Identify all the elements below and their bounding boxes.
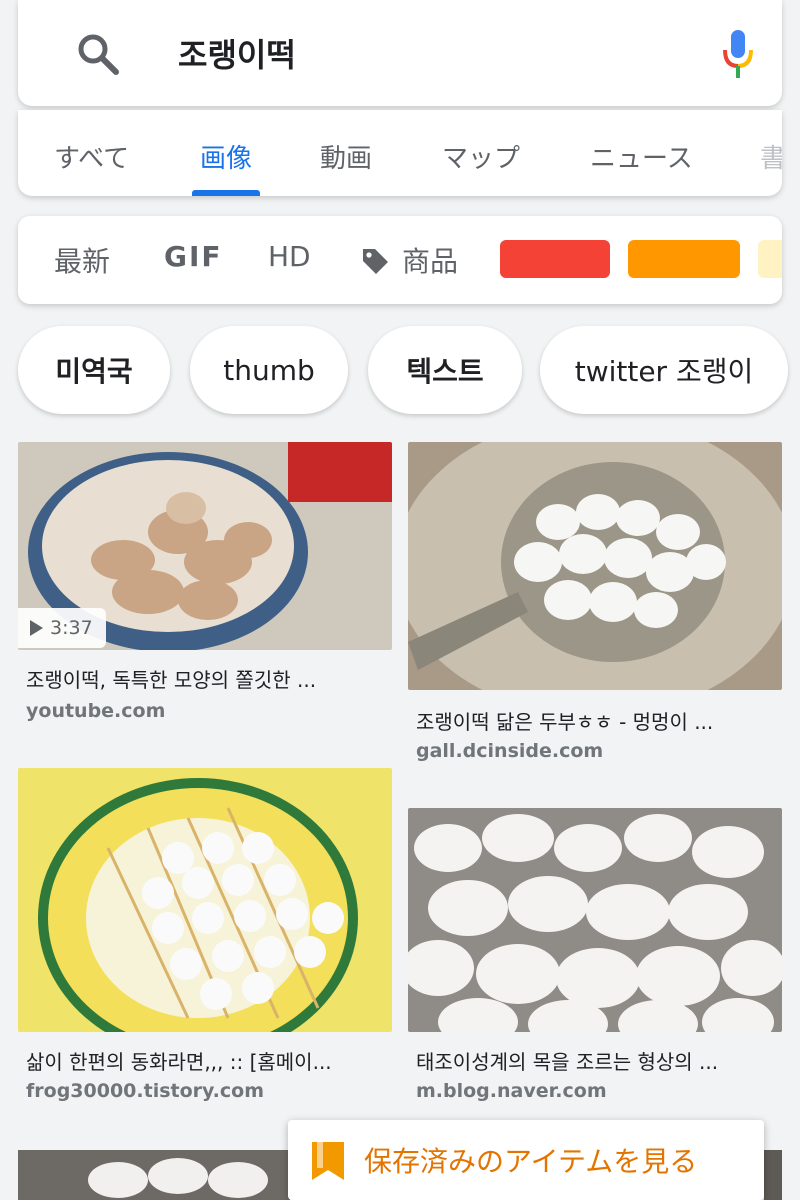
tab-all[interactable]: すべて [54,138,129,175]
result-thumbnail-partial[interactable] [18,1150,290,1200]
filter-products[interactable]: 商品 [402,240,458,280]
tab-maps[interactable]: マップ [442,138,520,175]
image-result[interactable]: 삶이 한편의 동화라면,,, :: [홈메이... frog30000.tist… [18,768,392,1112]
tag-icon[interactable] [360,246,390,276]
bookmark-icon [312,1142,344,1180]
color-swatch-red[interactable] [500,240,610,278]
search-tabs: すべて 画像 動画 マップ ニュース 書 [18,110,782,196]
saved-items-label: 保存済みのアイテムを見る [364,1145,698,1178]
result-source[interactable]: frog30000.tistory.com [26,1080,264,1102]
search-input[interactable]: 조랭이떡 [178,30,296,76]
saved-items-button[interactable]: 保存済みのアイテムを見る [288,1120,764,1200]
result-title[interactable]: 조랭이떡 닮은 두부ㅎㅎ - 멍멍이 ... [416,706,713,735]
active-tab-indicator [192,190,260,196]
tab-news[interactable]: ニュース [590,138,693,175]
chip-twitter-label: twitter 조랭이 [574,355,754,388]
result-title[interactable]: 조랭이떡, 독특한 모양의 쫄깃한 ... [26,664,316,693]
color-swatch-yellow[interactable] [758,240,782,278]
mic-icon[interactable] [718,26,758,82]
result-thumbnail[interactable] [408,442,782,690]
image-result[interactable]: 3:37 조랭이떡, 독특한 모양의 쫄깃한 ... youtube.com [18,442,392,732]
result-source[interactable]: gall.dcinside.com [416,740,603,762]
result-thumbnail[interactable] [18,768,392,1032]
search-icon[interactable] [74,30,122,78]
filter-latest[interactable]: 最新 [54,240,110,280]
duration-text: 3:37 [50,617,93,639]
tab-images[interactable]: 画像 [200,138,252,175]
video-duration-badge: 3:37 [18,608,106,648]
tab-books[interactable]: 書 [760,138,782,175]
tab-videos[interactable]: 動画 [320,138,372,175]
result-source[interactable]: m.blog.naver.com [416,1080,607,1102]
chip-text[interactable]: 텍스트 [368,326,522,414]
chip-thumb[interactable]: thumb [190,326,348,414]
filter-gif[interactable]: GIF [164,240,223,273]
chip-twitter[interactable]: twitter 조랭이 [540,326,788,414]
result-source[interactable]: youtube.com [26,700,165,722]
filter-bar: 最新 GIF HD 商品 [18,216,782,304]
color-swatch-orange[interactable] [628,240,740,278]
chip-miyeokguk[interactable]: 미역국 [18,326,170,414]
image-result[interactable]: 조랭이떡 닮은 두부ㅎㅎ - 멍멍이 ... gall.dcinside.com [408,442,782,772]
image-result[interactable]: 태조이성계의 목을 조르는 형상의 ... m.blog.naver.com [408,808,782,1108]
result-title[interactable]: 삶이 한편의 동화라면,,, :: [홈메이... [26,1046,332,1075]
result-thumbnail[interactable] [408,808,782,1032]
filter-hd[interactable]: HD [268,240,311,273]
search-bar[interactable]: 조랭이떡 [18,0,782,106]
result-title[interactable]: 태조이성계의 목을 조르는 형상의 ... [416,1046,718,1075]
result-thumbnail-partial[interactable] [764,1150,782,1200]
play-icon [30,620,43,636]
